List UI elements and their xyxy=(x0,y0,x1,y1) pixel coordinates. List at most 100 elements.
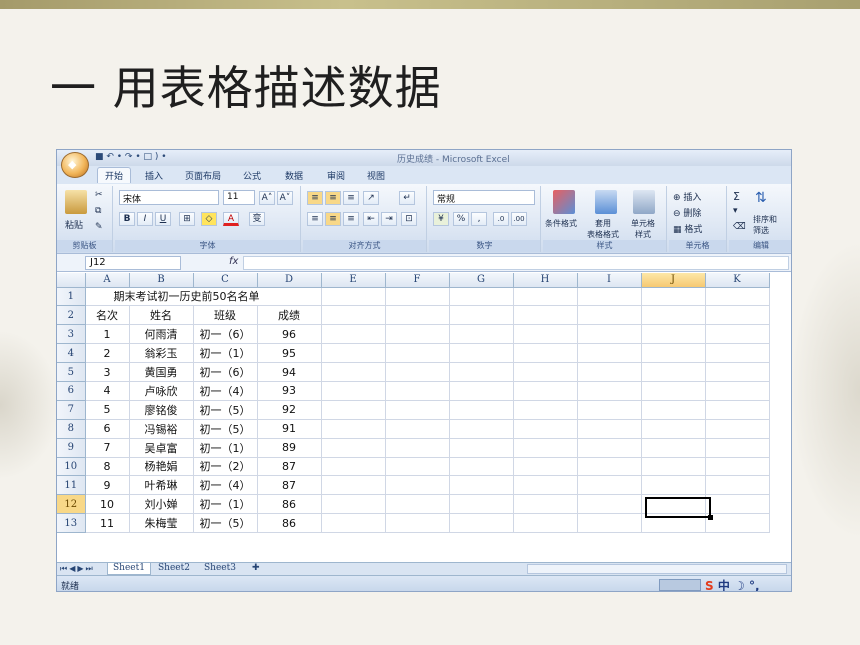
cell[interactable] xyxy=(385,400,450,420)
data-cell[interactable]: 96 xyxy=(257,324,322,345)
cell[interactable] xyxy=(321,362,386,382)
data-cell[interactable]: 初一（5） xyxy=(193,400,258,420)
cell[interactable] xyxy=(641,305,706,326)
align-right-icon[interactable]: ≡ xyxy=(343,212,359,226)
insert-function-button[interactable]: fx xyxy=(229,256,238,267)
column-header[interactable]: G xyxy=(449,273,514,288)
row-header[interactable]: 13 xyxy=(57,513,86,534)
align-top-icon[interactable]: ≡ xyxy=(307,191,323,205)
row-header[interactable]: 1 xyxy=(57,287,86,307)
cell[interactable] xyxy=(513,513,578,534)
align-center-icon[interactable]: ≡ xyxy=(325,212,341,226)
column-header[interactable]: B xyxy=(129,273,194,288)
increase-indent-icon[interactable]: ⇥ xyxy=(381,212,397,226)
cell[interactable] xyxy=(321,324,386,345)
column-header[interactable]: D xyxy=(257,273,322,288)
data-cell[interactable]: 11 xyxy=(85,513,130,534)
conditional-format-icon[interactable] xyxy=(553,190,575,214)
cell[interactable] xyxy=(513,343,578,364)
cell-styles-button[interactable]: 单元格 样式 xyxy=(631,218,655,240)
format-table-icon[interactable] xyxy=(595,190,617,214)
cell-styles-icon[interactable] xyxy=(633,190,655,214)
header-cell[interactable]: 名次 xyxy=(85,305,130,326)
bold-button[interactable]: B xyxy=(119,212,135,226)
data-cell[interactable]: 初一（5） xyxy=(193,513,258,534)
cell[interactable] xyxy=(641,362,706,382)
align-bottom-icon[interactable]: ≡ xyxy=(343,191,359,205)
data-cell[interactable]: 何雨清 xyxy=(129,324,194,345)
row-header[interactable]: 11 xyxy=(57,475,86,496)
cell[interactable] xyxy=(513,494,578,515)
cell[interactable] xyxy=(385,324,450,345)
cell[interactable] xyxy=(705,324,770,345)
cell[interactable] xyxy=(321,457,386,477)
row-header[interactable]: 3 xyxy=(57,324,86,345)
cell[interactable] xyxy=(321,381,386,401)
row-header[interactable]: 7 xyxy=(57,400,86,420)
cell[interactable] xyxy=(705,457,770,477)
data-cell[interactable]: 10 xyxy=(85,494,130,515)
data-cell[interactable]: 初一（4） xyxy=(193,381,258,401)
data-cell[interactable]: 89 xyxy=(257,438,322,458)
cell[interactable] xyxy=(321,287,386,307)
tab-data[interactable]: 数据 xyxy=(285,169,303,182)
number-format-select[interactable]: 常规 xyxy=(433,190,535,205)
header-cell[interactable]: 成绩 xyxy=(257,305,322,326)
format-table-button[interactable]: 套用 表格格式 xyxy=(587,218,619,240)
row-header[interactable]: 2 xyxy=(57,305,86,326)
cell[interactable] xyxy=(705,381,770,401)
orientation-icon[interactable]: ↗ xyxy=(363,191,379,205)
header-cell[interactable]: 姓名 xyxy=(129,305,194,326)
header-cell[interactable]: 班级 xyxy=(193,305,258,326)
cell[interactable] xyxy=(513,305,578,326)
cell[interactable] xyxy=(577,400,642,420)
cell[interactable] xyxy=(449,494,514,515)
data-cell[interactable]: 初一（1） xyxy=(193,343,258,364)
selected-cell-j12[interactable] xyxy=(645,497,713,520)
align-left-icon[interactable]: ≡ xyxy=(307,212,323,226)
conditional-format-button[interactable]: 条件格式 xyxy=(545,218,577,229)
fill-color-icon[interactable]: ◇ xyxy=(201,212,217,226)
cell[interactable] xyxy=(641,343,706,364)
cell[interactable] xyxy=(513,381,578,401)
data-cell[interactable]: 卢咏欣 xyxy=(129,381,194,401)
wrap-text-icon[interactable]: ↵ xyxy=(399,191,415,205)
row-header[interactable]: 5 xyxy=(57,362,86,382)
cell[interactable] xyxy=(577,305,642,326)
cell[interactable] xyxy=(321,513,386,534)
data-cell[interactable]: 杨艳娟 xyxy=(129,457,194,477)
clear-icon[interactable]: ⌫ xyxy=(733,222,746,232)
select-all-corner[interactable] xyxy=(57,273,86,288)
data-cell[interactable]: 94 xyxy=(257,362,322,382)
copy-icon[interactable]: ⧉ xyxy=(95,206,101,216)
data-cell[interactable]: 93 xyxy=(257,381,322,401)
insert-sheet-icon[interactable]: ✚ xyxy=(247,563,265,575)
data-cell[interactable]: 初一（4） xyxy=(193,475,258,496)
data-cell[interactable]: 86 xyxy=(257,513,322,534)
paste-button[interactable]: 粘贴 xyxy=(65,218,83,231)
cell[interactable] xyxy=(449,438,514,458)
cell[interactable] xyxy=(449,362,514,382)
data-cell[interactable]: 9 xyxy=(85,475,130,496)
ime-toolbar[interactable]: S 中 ☽ °, xyxy=(705,577,760,591)
cell[interactable] xyxy=(385,475,450,496)
cell[interactable] xyxy=(641,438,706,458)
data-cell[interactable]: 冯锡裕 xyxy=(129,419,194,439)
row-header[interactable]: 8 xyxy=(57,419,86,439)
sheet-tab-1[interactable]: Sheet1 xyxy=(107,563,151,575)
data-cell[interactable]: 87 xyxy=(257,475,322,496)
data-cell[interactable]: 初一（2） xyxy=(193,457,258,477)
cell[interactable] xyxy=(705,400,770,420)
cell[interactable] xyxy=(385,457,450,477)
tab-page-layout[interactable]: 页面布局 xyxy=(185,169,221,182)
data-cell[interactable]: 4 xyxy=(85,381,130,401)
border-icon[interactable]: ⊞ xyxy=(179,212,195,226)
data-cell[interactable]: 吴卓富 xyxy=(129,438,194,458)
cell[interactable] xyxy=(641,324,706,345)
column-header[interactable]: F xyxy=(385,273,450,288)
column-header[interactable]: C xyxy=(193,273,258,288)
cell[interactable] xyxy=(449,287,514,307)
cell[interactable] xyxy=(385,287,450,307)
sheet-tab-3[interactable]: Sheet3 xyxy=(199,563,241,575)
formula-input[interactable] xyxy=(243,256,789,270)
